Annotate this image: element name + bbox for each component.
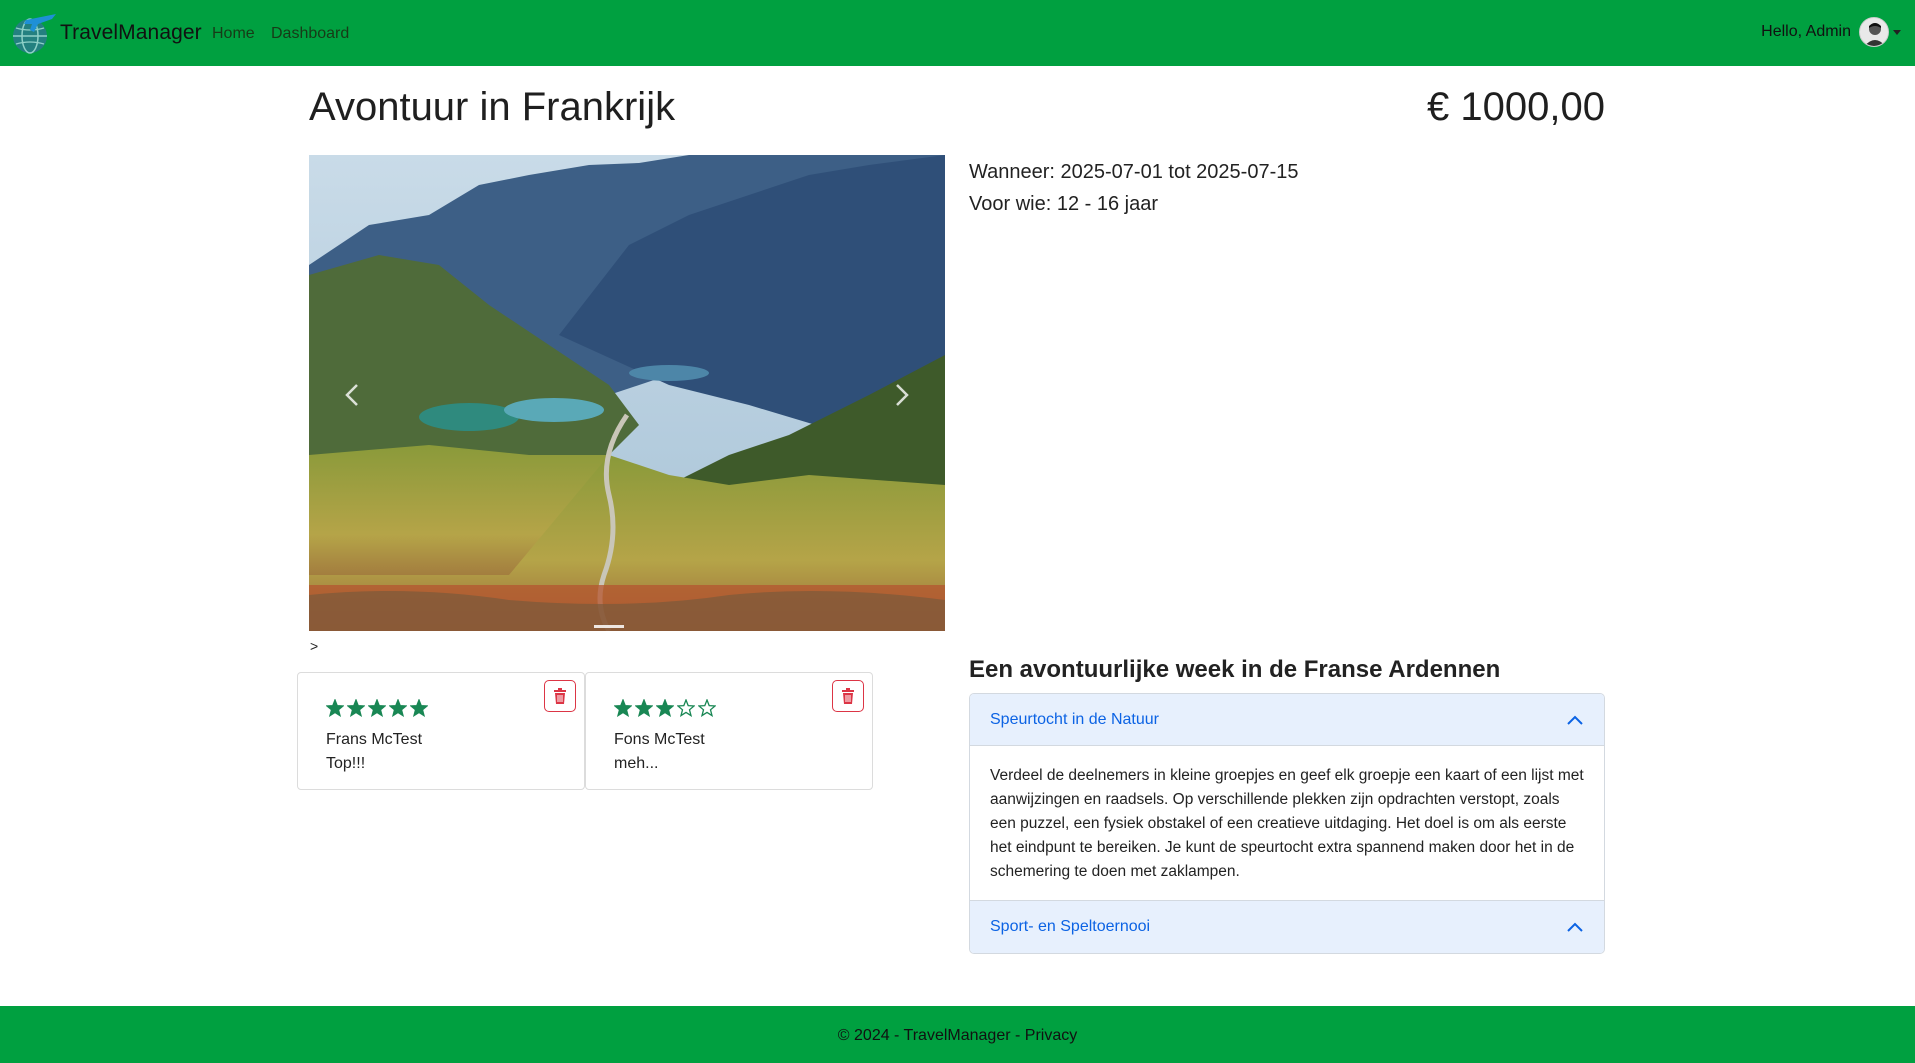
star-filled-icon — [656, 699, 674, 717]
star-empty-icon — [677, 699, 695, 717]
carousel-indicator[interactable] — [594, 625, 624, 628]
accordion-title: Sport- en Speltoernooi — [990, 918, 1151, 935]
star-filled-icon — [635, 699, 653, 717]
chevron-up-icon — [1567, 715, 1583, 725]
accordion-header-speurtocht[interactable]: Speurtocht in de Natuur — [970, 694, 1604, 746]
activities-heading: Een avontuurlijke week in de Franse Arde… — [969, 656, 1501, 683]
trip-info: Wanneer: 2025-07-01 tot 2025-07-15 Voor … — [969, 156, 1298, 220]
page-title: Avontuur in Frankrijk — [309, 85, 676, 129]
brand-name: TravelManager — [60, 21, 202, 44]
nav-link-home[interactable]: Home — [212, 25, 255, 43]
delete-review-button[interactable] — [832, 680, 864, 712]
accordion-body: Verdeel de deelnemers in kleine groepjes… — [970, 746, 1604, 901]
nav-link-dashboard[interactable]: Dashboard — [271, 25, 349, 43]
avatar[interactable] — [1859, 17, 1889, 47]
chevron-down-icon — [1893, 29, 1901, 35]
user-greeting: Hello, Admin — [1761, 23, 1851, 40]
user-menu[interactable]: Hello, Admin — [1761, 17, 1901, 47]
star-rating — [326, 699, 428, 717]
footer: © 2024 - TravelManager - Privacy — [0, 1006, 1915, 1063]
star-filled-icon — [326, 699, 344, 717]
image-carousel — [309, 155, 945, 631]
star-filled-icon — [347, 699, 365, 717]
trip-price: € 1000,00 — [1427, 85, 1605, 129]
review-card: Fons McTest meh... — [585, 672, 873, 790]
trip-age-range: Voor wie: 12 - 16 jaar — [969, 193, 1158, 215]
star-filled-icon — [410, 699, 428, 717]
carousel-prev-button[interactable] — [333, 375, 373, 415]
star-filled-icon — [368, 699, 386, 717]
trash-icon — [554, 688, 566, 704]
activities-accordion: Speurtocht in de Natuur Verdeel de deeln… — [969, 693, 1605, 954]
trip-dates: Wanneer: 2025-07-01 tot 2025-07-15 — [969, 161, 1299, 183]
copyright-text: © 2024 - TravelManager - — [837, 1027, 1025, 1044]
privacy-link[interactable]: Privacy — [1025, 1027, 1077, 1044]
stray-text: > — [310, 638, 319, 654]
star-filled-icon — [389, 699, 407, 717]
accordion-header-sporttoernooi[interactable]: Sport- en Speltoernooi — [970, 901, 1604, 953]
footer-text: © 2024 - TravelManager - Privacy — [0, 1027, 1915, 1045]
trash-icon — [842, 688, 854, 704]
chevron-up-icon — [1567, 922, 1583, 932]
review-author: Fons McTest — [614, 731, 705, 748]
globe-plane-logo-icon — [8, 10, 58, 56]
review-author: Frans McTest — [326, 731, 423, 748]
review-card: Frans McTest Top!!! — [297, 672, 585, 790]
review-text: Top!!! — [326, 755, 366, 772]
navbar: TravelManager Home Dashboard Hello, Admi… — [0, 0, 1915, 66]
star-filled-icon — [614, 699, 632, 717]
carousel-next-button[interactable] — [881, 375, 921, 415]
delete-review-button[interactable] — [544, 680, 576, 712]
review-text: meh... — [614, 755, 659, 772]
landscape-photo — [309, 155, 945, 631]
accordion-title: Speurtocht in de Natuur — [990, 710, 1159, 728]
brand-link[interactable]: TravelManager — [8, 10, 202, 56]
star-rating — [614, 699, 716, 717]
star-empty-icon — [698, 699, 716, 717]
